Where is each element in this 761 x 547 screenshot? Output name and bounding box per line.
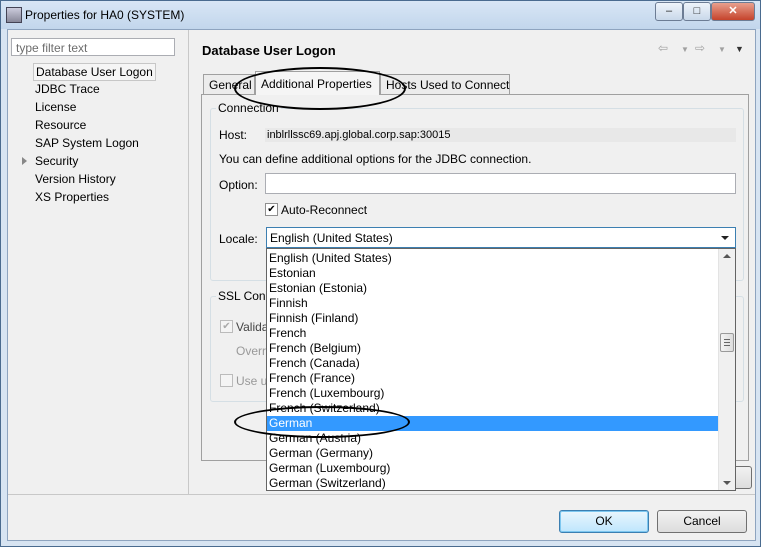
locale-option[interactable]: German (Luxembourg) <box>267 461 720 476</box>
dropdown-scrollbar[interactable] <box>718 249 735 490</box>
back-menu-chevron-icon[interactable]: ▼ <box>681 45 689 54</box>
info-text: You can define additional options for th… <box>219 152 532 166</box>
dialog-client-area: type filter text Database User Logon JDB… <box>7 29 756 541</box>
locale-option[interactable]: Estonian (Estonia) <box>267 281 720 296</box>
sidebar-item-resource[interactable]: Resource <box>35 117 86 133</box>
app-icon <box>6 7 22 23</box>
validate-checkbox[interactable]: ✔ <box>220 320 233 333</box>
locale-dropdown-list[interactable]: English (United States) Estonian Estonia… <box>266 248 736 491</box>
properties-dialog: Properties for HA0 (SYSTEM) – □ ✕ type f… <box>0 0 761 547</box>
auto-reconnect-label: Auto-Reconnect <box>281 203 368 217</box>
minimize-button[interactable]: – <box>655 2 683 21</box>
cancel-button[interactable]: Cancel <box>657 510 747 533</box>
locale-option[interactable]: French (Luxembourg) <box>267 386 720 401</box>
scrollbar-thumb[interactable] <box>720 333 734 352</box>
host-label: Host: <box>219 128 248 142</box>
expand-arrow-icon[interactable] <box>22 157 27 165</box>
filter-input[interactable]: type filter text <box>11 38 175 56</box>
sidebar-item-sap-system-logon[interactable]: SAP System Logon <box>35 135 139 151</box>
sidebar-item-jdbc-trace[interactable]: JDBC Trace <box>35 81 100 97</box>
annotation-ellipse-tab <box>234 67 406 110</box>
locale-option[interactable]: Finnish (Finland) <box>267 311 720 326</box>
override-label: Overr <box>236 344 266 358</box>
locale-option[interactable]: French (France) <box>267 371 720 386</box>
sidebar-item-license[interactable]: License <box>35 99 76 115</box>
sidebar-divider <box>188 30 189 494</box>
view-menu-icon[interactable]: ▼ <box>735 44 744 54</box>
locale-label: Locale: <box>219 232 258 246</box>
scroll-down-arrow-icon[interactable] <box>723 481 731 485</box>
forward-arrow-icon[interactable]: ⇨ <box>695 41 705 55</box>
grip-line <box>724 342 730 343</box>
button-bar-divider <box>8 494 755 495</box>
locale-option[interactable]: German (Germany) <box>267 446 720 461</box>
forward-menu-chevron-icon[interactable]: ▼ <box>718 45 726 54</box>
auto-reconnect-checkbox[interactable]: ✔ <box>265 203 278 216</box>
annotation-ellipse-german <box>234 406 410 438</box>
page-title: Database User Logon <box>202 43 336 58</box>
locale-combo-value: English (United States) <box>270 231 393 245</box>
locale-option[interactable]: German (Switzerland) <box>267 476 720 490</box>
sidebar-item-security[interactable]: Security <box>35 153 78 169</box>
title-bar[interactable]: Properties for HA0 (SYSTEM) – □ ✕ <box>1 1 760 29</box>
option-label: Option: <box>219 178 258 192</box>
back-arrow-icon[interactable]: ⇦ <box>658 41 668 55</box>
close-button[interactable]: ✕ <box>711 2 755 21</box>
sidebar-item-xs-properties[interactable]: XS Properties <box>35 189 109 205</box>
locale-option[interactable]: Estonian <box>267 266 720 281</box>
locale-option[interactable]: English (United States) <box>267 251 720 266</box>
grip-line <box>724 339 730 340</box>
sidebar-item-version-history[interactable]: Version History <box>35 171 116 187</box>
ok-button[interactable]: OK <box>559 510 649 533</box>
option-input[interactable] <box>265 173 736 194</box>
locale-option[interactable]: Finnish <box>267 296 720 311</box>
locale-option[interactable]: French <box>267 326 720 341</box>
host-value: inblrllssc69.apj.global.corp.sap:30015 <box>265 128 736 142</box>
sidebar-item-security-row <box>8 153 178 169</box>
locale-option[interactable]: French (Belgium) <box>267 341 720 356</box>
scroll-up-arrow-icon[interactable] <box>723 254 731 258</box>
use-checkbox[interactable] <box>220 374 233 387</box>
use-label: Use u <box>236 374 268 388</box>
locale-option[interactable]: French (Canada) <box>267 356 720 371</box>
locale-combo[interactable]: English (United States) <box>266 227 736 248</box>
maximize-button[interactable]: □ <box>683 2 711 21</box>
sidebar-item-database-user-logon[interactable]: Database User Logon <box>33 63 156 81</box>
grip-line <box>724 345 730 346</box>
window-title: Properties for HA0 (SYSTEM) <box>25 8 185 22</box>
chevron-down-icon[interactable] <box>721 236 729 240</box>
validate-label: Valida <box>236 320 269 334</box>
